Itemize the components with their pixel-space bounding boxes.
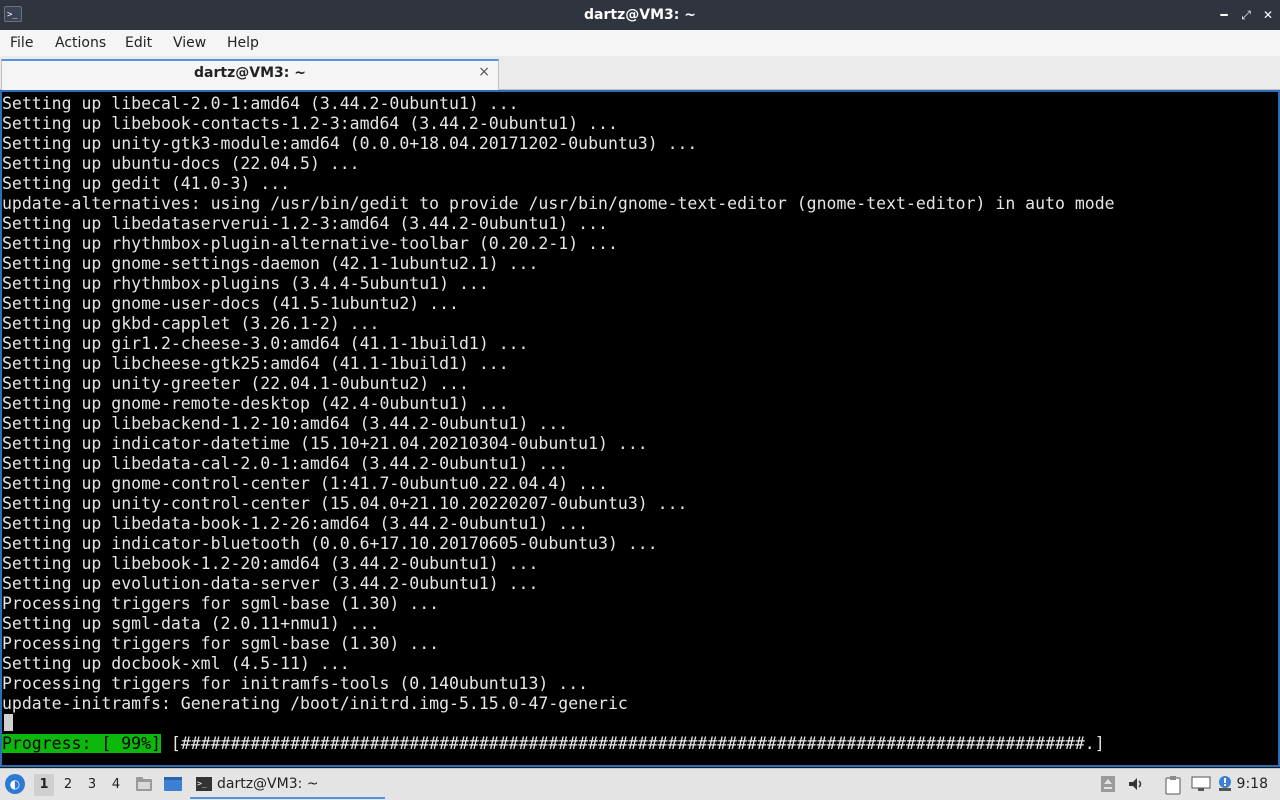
progress-bar: [#######################################… [160,734,1115,753]
tab-close-icon[interactable]: × [478,64,490,80]
workspace-4[interactable]: 4 [106,774,126,796]
terminal-output[interactable]: Setting up libecal-2.0-1:amd64 (3.44.2-0… [0,90,1280,767]
terminal-line: Setting up libcheese-gtk25:amd64 (41.1-1… [2,354,509,373]
menu-edit[interactable]: Edit [125,30,152,56]
terminal-line: Setting up indicator-datetime (15.10+21.… [2,434,648,453]
terminal-line: Setting up indicator-bluetooth (0.0.6+17… [2,534,658,553]
maximize-button[interactable]: ⤢ [1236,5,1256,25]
terminal-line: Setting up libedata-cal-2.0-1:amd64 (3.4… [2,454,569,473]
window-title: dartz@VM3: ~ [584,7,696,23]
terminal-line: Processing triggers for initramfs-tools … [2,674,589,693]
terminal-line: Processing triggers for sgml-base (1.30)… [2,594,440,613]
terminal-line: Setting up gir1.2-cheese-3.0:amd64 (41.1… [2,334,529,353]
clock[interactable]: 9:18 [1237,776,1268,792]
taskbar: ◐ 1 2 3 4 >_ dartz@VM3: ~ 9:18 [0,768,1280,800]
terminal-line: Setting up rhythmbox-plugins (3.4.4-5ubu… [2,274,489,293]
file-manager-icon[interactable] [135,776,153,792]
menu-bar: File Actions Edit View Help [0,30,1280,56]
notification-icon[interactable] [1216,775,1234,797]
volume-icon[interactable] [1127,775,1145,797]
terminal-line: Setting up sgml-data (2.0.11+nmu1) ... [2,614,380,633]
terminal-line: Setting up evolution-data-server (3.44.2… [2,574,539,593]
workspace-3[interactable]: 3 [82,774,102,796]
terminal-line: Setting up gnome-remote-desktop (42.4-0u… [2,394,509,413]
terminal-line: Setting up libecal-2.0-1:amd64 (3.44.2-0… [2,94,519,113]
terminal-line: Setting up rhythmbox-plugin-alternative-… [2,234,618,253]
terminal-line: Setting up libedataserverui-1.2-3:amd64 … [2,214,608,233]
terminal-line: Setting up unity-control-center (15.04.0… [2,494,688,513]
terminal-line: Setting up libebackend-1.2-10:amd64 (3.4… [2,414,569,433]
tab-bar: dartz@VM3: ~ × [0,56,1280,90]
terminal-line: Processing triggers for sgml-base (1.30)… [2,634,440,653]
progress-label: Progress: [ 99%] [2,734,161,753]
menu-help[interactable]: Help [227,30,259,56]
network-icon[interactable] [1191,775,1211,797]
tab-terminal[interactable]: dartz@VM3: ~ × [1,59,499,90]
clipboard-icon[interactable] [1164,775,1182,799]
terminal-line: Setting up gnome-control-center (1:41.7-… [2,474,608,493]
menu-view[interactable]: View [173,30,206,56]
terminal-line: Setting up ubuntu-docs (22.04.5) ... [2,154,360,173]
close-button[interactable]: ✕ [1258,5,1278,25]
terminal-line: Setting up unity-gtk3-module:amd64 (0.0.… [2,134,698,153]
terminal-line: Setting up gnome-user-docs (41.5-1ubuntu… [2,294,459,313]
update-notifier-icon[interactable] [1100,775,1116,797]
terminal-line: Setting up libebook-1.2-20:amd64 (3.44.2… [2,554,539,573]
menu-actions[interactable]: Actions [55,30,106,56]
workspace-2[interactable]: 2 [58,774,78,796]
terminal-line: Setting up gnome-settings-daemon (42.1-1… [2,254,539,273]
window-titlebar: >_ dartz@VM3: ~ ━ ⤢ ✕ [0,0,1280,30]
lubuntu-logo-icon[interactable]: ◐ [5,774,25,794]
progress-row: Progress: [ 99%] [######################… [2,734,1115,754]
menu-file[interactable]: File [10,30,33,56]
terminal-line: update-initramfs: Generating /boot/initr… [2,694,628,713]
terminal-line: Setting up unity-greeter (22.04.1-0ubunt… [2,374,469,393]
workspace-1[interactable]: 1 [34,774,54,796]
tab-label: dartz@VM3: ~ [194,65,306,81]
taskbar-task-label: dartz@VM3: ~ [217,776,319,792]
show-desktop-icon[interactable] [163,776,182,792]
taskbar-task-terminal[interactable]: >_ dartz@VM3: ~ [190,771,385,799]
terminal-lines: Setting up libecal-2.0-1:amd64 (3.44.2-0… [2,94,1278,714]
terminal-line: update-alternatives: using /usr/bin/gedi… [2,194,1115,213]
terminal-task-icon: >_ [196,777,212,791]
terminal-cursor [4,714,13,731]
minimize-button[interactable]: ━ [1214,5,1234,25]
terminal-line: Setting up gedit (41.0-3) ... [2,174,291,193]
terminal-line: Setting up libebook-contacts-1.2-3:amd64… [2,114,618,133]
terminal-line: Setting up libedata-book-1.2-26:amd64 (3… [2,514,589,533]
terminal-line: Setting up gkbd-capplet (3.26.1-2) ... [2,314,380,333]
terminal-line: Setting up docbook-xml (4.5-11) ... [2,654,350,673]
